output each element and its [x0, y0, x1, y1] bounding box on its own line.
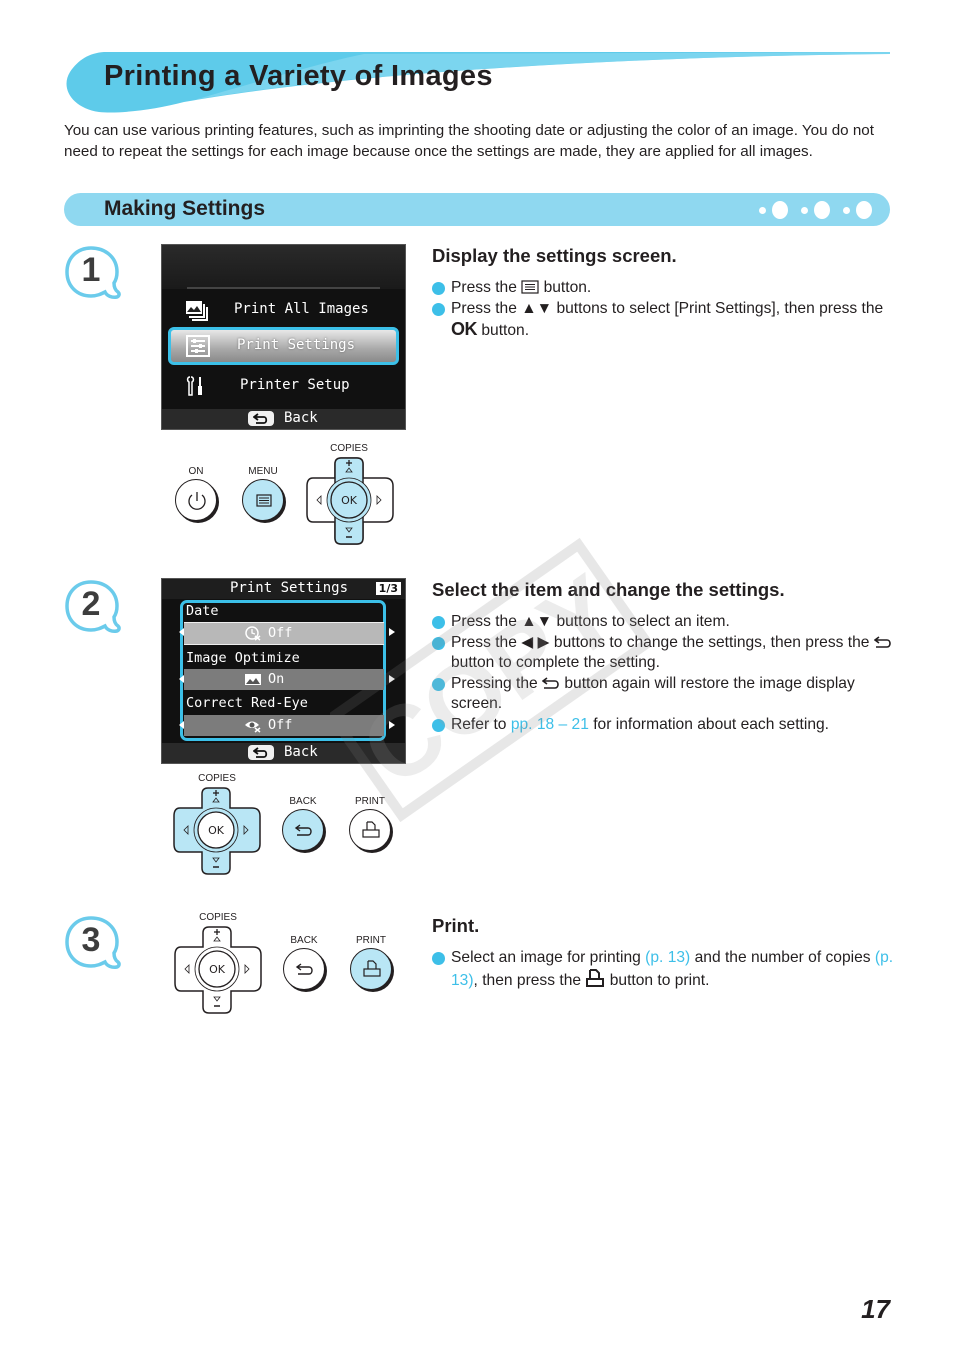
ok-glyph: OK: [451, 319, 478, 340]
print-settings-icon: [186, 335, 210, 357]
lcd-back-bar: Back: [162, 743, 405, 763]
page-reference-link[interactable]: pp. 18 – 21: [511, 716, 589, 733]
print-icon: [586, 968, 605, 987]
image-optimize-icon: [245, 674, 261, 685]
setting-label-date: Date: [186, 603, 219, 619]
back-button-label: BACK: [289, 796, 317, 807]
printer-setup-icon: [186, 376, 202, 396]
back-button[interactable]: [282, 809, 324, 851]
bullet-item: Pressing the button again will restore t…: [432, 674, 902, 715]
setting-label-red-eye: Correct Red-Eye: [186, 695, 308, 711]
back-label: Back: [284, 410, 318, 426]
ok-button-label: OK: [209, 963, 226, 976]
bullet-item: Press the ▲▼ buttons to select [Print Se…: [432, 299, 902, 342]
print-button[interactable]: [349, 809, 391, 851]
back-key: [248, 745, 274, 760]
menu-item-label: Printer Setup: [240, 377, 350, 393]
print-button-label: PRINT: [356, 935, 386, 946]
menu-icon: [521, 280, 539, 294]
intro-paragraph: You can use various printing features, s…: [64, 122, 874, 160]
print-button-label: PRINT: [355, 796, 385, 807]
back-icon: [294, 824, 312, 836]
dpad-control[interactable]: OK: [305, 456, 395, 546]
menu-button[interactable]: [242, 479, 284, 521]
setting-value-date[interactable]: Off: [184, 622, 384, 645]
lcd-back-bar: Back: [162, 409, 405, 429]
dpad-control[interactable]: OK: [173, 925, 263, 1015]
back-button[interactable]: [283, 948, 325, 990]
section-header-bar: Making Settings: [64, 193, 890, 226]
bullet-item: Select an image for printing (p. 13) and…: [432, 948, 902, 991]
step-number: 2: [81, 585, 101, 623]
copies-label: COPIES: [330, 443, 368, 454]
back-icon: [253, 747, 268, 758]
step-1-heading: Display the settings screen.: [432, 245, 677, 266]
up-down-arrows-icon: ▲▼: [521, 299, 553, 317]
red-eye-off-icon: [245, 721, 261, 733]
menu-icon: [256, 494, 272, 507]
back-key: [248, 411, 274, 426]
setting-value-red-eye[interactable]: Off: [184, 715, 384, 736]
back-icon: [253, 413, 268, 424]
menu-item-label: Print All Images: [234, 301, 369, 317]
page-reference-link[interactable]: (p. 13): [645, 949, 690, 966]
back-icon: [295, 963, 313, 975]
step-3-heading: Print.: [432, 915, 480, 936]
section-title: Making Settings: [104, 197, 266, 220]
dpad-shape: OK: [306, 457, 394, 545]
lcd-header: Print Settings 1/3: [162, 579, 405, 599]
print-all-images-icon: [186, 301, 208, 321]
print-icon: [362, 821, 380, 838]
left-right-arrows-icon: ◀ ▶: [521, 633, 550, 651]
step-1-bullets: Press the button. Press the ▲▼ buttons t…: [432, 278, 902, 342]
back-button-label: BACK: [290, 935, 318, 946]
print-icon: [363, 960, 381, 977]
power-icon: [188, 492, 206, 510]
menu-item-print-settings[interactable]: Print Settings: [168, 327, 399, 365]
dpad-shape: OK: [174, 926, 262, 1014]
bullet-item: Refer to pp. 18 – 21 for information abo…: [432, 715, 902, 736]
copies-label: COPIES: [198, 773, 236, 784]
up-down-arrows-icon: ▲▼: [521, 613, 553, 630]
back-icon: [873, 635, 891, 648]
step-1-badge: 1: [64, 245, 122, 303]
page-number: 17: [861, 1294, 890, 1324]
menu-item-label: Print Settings: [237, 337, 356, 353]
decorative-dots: [759, 200, 872, 220]
menu-item-printer-setup[interactable]: Printer Setup: [162, 367, 405, 405]
step-2-badge: 2: [64, 579, 122, 637]
dpad-control[interactable]: OK: [172, 786, 262, 876]
dpad-shape: OK: [173, 787, 261, 875]
page-title: Printing a Variety of Images: [104, 60, 493, 92]
lcd-title: Print Settings: [230, 580, 349, 596]
ok-button-label: OK: [341, 494, 358, 507]
step-number: 1: [81, 251, 101, 289]
on-button[interactable]: [175, 479, 217, 521]
copies-label: COPIES: [199, 912, 237, 923]
bullet-item: Press the ◀ ▶ buttons to change the sett…: [432, 633, 902, 674]
lcd-print-settings: Print Settings 1/3 Date Off Image Optimi…: [161, 578, 406, 764]
step-3-bullets: Select an image for printing (p. 13) and…: [432, 948, 902, 991]
menu-item-print-all-images[interactable]: Print All Images: [162, 291, 405, 329]
date-off-icon: [245, 626, 261, 641]
back-icon: [542, 677, 559, 689]
back-label: Back: [284, 744, 318, 760]
print-button[interactable]: [350, 948, 392, 990]
menu-button-label: MENU: [248, 466, 278, 477]
page-indicator: 1/3: [375, 582, 401, 595]
step-3-badge: 3: [64, 915, 122, 973]
on-button-label: ON: [188, 466, 204, 477]
bullet-item: Press the ▲▼ buttons to select an item.: [432, 612, 902, 633]
step-2-bullets: Press the ▲▼ buttons to select an item. …: [432, 612, 902, 736]
ok-button-label: OK: [208, 824, 225, 837]
bullet-item: Press the button.: [432, 278, 902, 299]
lcd-main-menu: Print All Images Print Settings Printer …: [161, 244, 406, 430]
setting-value-image-optimize[interactable]: On: [184, 669, 384, 690]
step-2-heading: Select the item and change the settings.: [432, 579, 785, 600]
setting-label-image-optimize: Image Optimize: [186, 650, 300, 666]
step-number: 3: [81, 921, 101, 959]
